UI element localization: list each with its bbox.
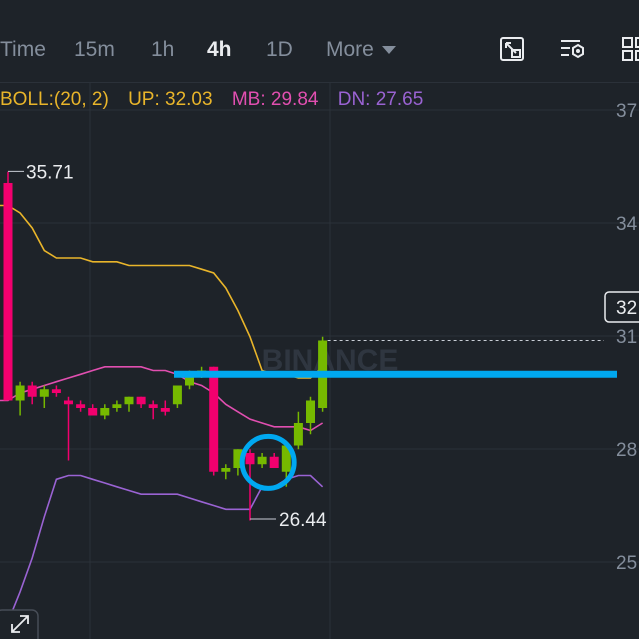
y-axis-label: 37 [616, 101, 637, 122]
more-label: More [326, 38, 374, 61]
more-dropdown[interactable]: More [326, 36, 396, 64]
y-axis-label: 25 [616, 553, 637, 574]
timeframe-15m[interactable]: 15m [74, 36, 115, 64]
y-axis-label: 34 [616, 214, 638, 235]
boll-up-value: UP: 32.03 [128, 89, 213, 110]
timeframe-1d[interactable]: 1D [266, 36, 293, 64]
timeframe-time[interactable]: Time [0, 36, 46, 64]
boll-name: BOLL:(20, 2) [0, 89, 109, 110]
candle-up [257, 456, 267, 465]
candle-down [64, 400, 73, 405]
candle-up [39, 389, 49, 397]
boll-lower-line [0, 474, 324, 623]
candle-down [209, 366, 219, 472]
candle-down [148, 404, 158, 408]
candle-up [15, 385, 25, 401]
candle-down [27, 385, 37, 397]
candle-up [124, 396, 134, 405]
indicator-settings-icon[interactable] [560, 36, 586, 62]
y-axis-label: 31 [616, 327, 637, 348]
chevron-down-icon [381, 46, 396, 55]
candle-down [51, 389, 61, 393]
layout-grid-icon[interactable] [621, 36, 639, 62]
candle-down [88, 408, 98, 416]
current-price-label: 32 [616, 298, 637, 319]
high-marker-label: 35.71 [26, 162, 74, 183]
candle-down [269, 456, 279, 468]
candle-up [221, 468, 231, 472]
candle-up [306, 400, 315, 423]
candle-down [160, 408, 170, 412]
candle-up [293, 423, 303, 446]
chart-screen: { "toolbar": { "timeframes": ["Time", "1… [0, 0, 639, 639]
candle-down [245, 453, 255, 465]
y-axis-label: 28 [616, 440, 637, 461]
timeframe-1h[interactable]: 1h [151, 36, 174, 64]
bollinger-legend: BOLL:(20, 2) UP: 32.03 MB: 29.84 DN: 27.… [0, 86, 423, 114]
low-marker-label: 26.44 [279, 510, 327, 531]
candle-up [112, 404, 122, 408]
candle-down [3, 183, 13, 401]
candle-up [172, 385, 182, 405]
candle-down [136, 396, 146, 405]
boll-mb-value: MB: 29.84 [231, 89, 319, 110]
boll-dn-value: DN: 27.65 [337, 89, 424, 110]
fullscreen-icon[interactable] [499, 36, 525, 62]
timeframe-4h[interactable]: 4h [207, 36, 232, 64]
chart-toolbar: Time 15m 1h 4h 1D More [0, 0, 639, 83]
candle-up [100, 408, 110, 416]
candle-down [76, 404, 86, 408]
